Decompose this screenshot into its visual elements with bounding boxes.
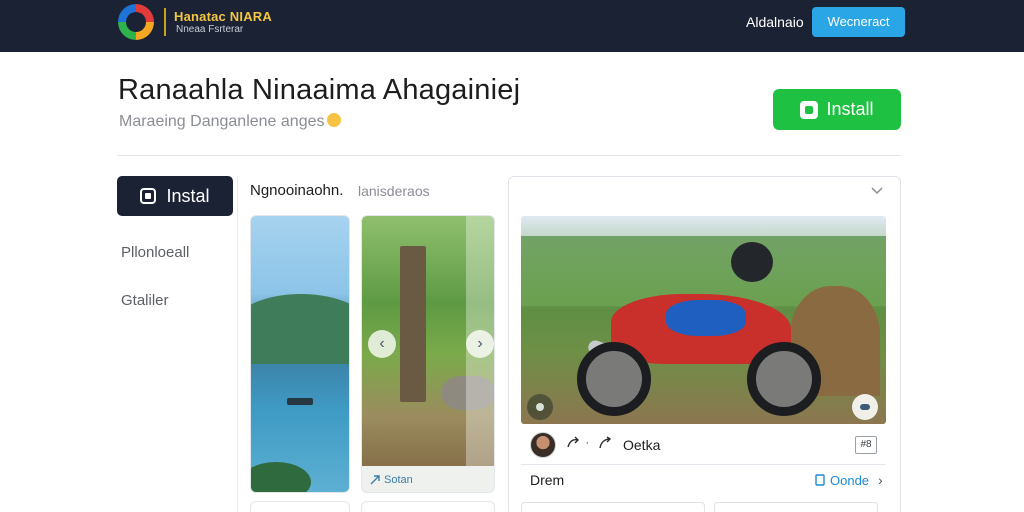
photo-camera-button[interactable] bbox=[527, 394, 553, 420]
top-bar: Hanatac NIARA Nneaa Fsrterar Aldalnaio W… bbox=[0, 0, 1024, 52]
link-icon bbox=[370, 475, 380, 485]
card-field[interactable] bbox=[714, 502, 878, 512]
install-button[interactable]: Install bbox=[773, 89, 901, 130]
nav-link[interactable]: Aldalnaio bbox=[746, 14, 804, 30]
card-field[interactable] bbox=[521, 502, 705, 512]
install-icon bbox=[140, 188, 157, 204]
thumbnail-totem-pole bbox=[400, 246, 426, 402]
chevron-right-icon: › bbox=[878, 472, 883, 488]
thumbnail-caption[interactable]: Sotan bbox=[370, 474, 413, 486]
photo-motorcycle-tank bbox=[666, 300, 746, 336]
avatar[interactable] bbox=[530, 432, 556, 458]
thumbnail-boat bbox=[287, 398, 313, 405]
sidebar-item-2[interactable]: Gtaliler bbox=[121, 292, 169, 309]
photo-rear-wheel bbox=[577, 342, 651, 416]
page-subtitle: Maraeing Danganlene anges bbox=[119, 113, 342, 131]
camera-icon bbox=[536, 403, 544, 411]
app-logo[interactable] bbox=[118, 4, 154, 40]
expand-icon bbox=[860, 404, 870, 410]
gallery-title: Ngnooinaohn. bbox=[250, 182, 344, 199]
gallery-next-button[interactable]: › bbox=[466, 330, 494, 358]
photo-expand-button[interactable] bbox=[852, 394, 878, 420]
gallery-thumbnail-stub[interactable] bbox=[250, 501, 350, 512]
card-badge: #8 bbox=[855, 436, 877, 454]
gallery-thumbnail-totem[interactable]: ‹ › Sotan bbox=[361, 215, 495, 493]
install-icon bbox=[800, 100, 819, 119]
install-button-label: Install bbox=[826, 99, 874, 119]
card-link-label: Oonde bbox=[830, 472, 870, 488]
sidebar-item-1[interactable]: Pllonloeall bbox=[121, 244, 189, 261]
gallery-thumbnail-lake[interactable] bbox=[250, 215, 350, 493]
card-label: Drem bbox=[530, 472, 565, 488]
document-icon bbox=[815, 474, 825, 486]
card-link[interactable]: Oonde › bbox=[814, 472, 883, 488]
smiley-icon bbox=[327, 113, 342, 127]
gallery-thumbnail-stub[interactable] bbox=[361, 501, 495, 512]
card-username[interactable]: Oetka bbox=[623, 437, 660, 453]
thumbnail-caption-text: Sotan bbox=[384, 474, 413, 486]
dot-icon bbox=[586, 442, 588, 444]
page-subtitle-text: Maraeing Danganlene anges bbox=[119, 113, 325, 130]
thumbnail-shore bbox=[251, 462, 311, 492]
gallery-subtitle: lanisderaos bbox=[358, 183, 430, 199]
nav-action-button[interactable]: Wecneract bbox=[812, 7, 905, 37]
reply-icon[interactable] bbox=[598, 436, 612, 450]
brand-subtitle: Nneaa Fsrterar bbox=[176, 24, 244, 35]
card-divider bbox=[521, 464, 886, 465]
logo-divider bbox=[164, 8, 166, 36]
page-title: Ranaahla Ninaaima Ahagainiej bbox=[118, 74, 521, 106]
photo-helmet bbox=[731, 242, 773, 282]
sidebar-divider bbox=[237, 176, 238, 512]
gallery-prev-button[interactable]: ‹ bbox=[368, 330, 396, 358]
thumbnail-hill bbox=[251, 294, 349, 364]
chevron-down-icon[interactable] bbox=[870, 183, 884, 197]
sidebar-item-label: Instal bbox=[166, 185, 210, 206]
share-icon[interactable] bbox=[566, 436, 580, 450]
brand-name: Hanatac NIARA bbox=[174, 9, 272, 24]
sidebar-item-install[interactable]: Instal bbox=[117, 176, 233, 216]
card-photo[interactable] bbox=[521, 216, 886, 424]
header-divider bbox=[118, 155, 901, 156]
card-actions bbox=[566, 436, 612, 450]
photo-front-wheel bbox=[747, 342, 821, 416]
